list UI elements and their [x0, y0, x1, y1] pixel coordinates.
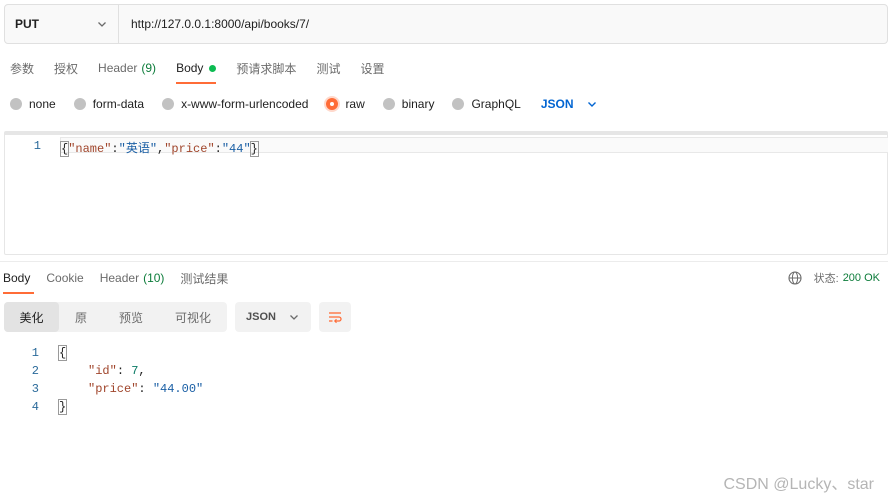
- tab-count: (9): [141, 61, 157, 75]
- code-token: :: [214, 142, 222, 156]
- radio-graphql[interactable]: GraphQL: [452, 97, 521, 111]
- code-token: "name": [68, 142, 112, 156]
- body-type-options: none form-data x-www-form-urlencoded raw…: [10, 92, 598, 116]
- tab-tests[interactable]: 测试: [306, 52, 350, 84]
- radio-circle-icon: [382, 98, 395, 110]
- view-visualize-button[interactable]: 可视化: [159, 302, 227, 332]
- radio-circle-icon: [73, 98, 86, 110]
- chevron-down-icon: [98, 22, 106, 27]
- view-preview-button[interactable]: 预览: [103, 302, 159, 332]
- code-token: "id": [88, 364, 117, 378]
- code-token: "price": [88, 382, 139, 396]
- code-token: }: [249, 141, 259, 157]
- radio-label: x-www-form-urlencoded: [181, 97, 309, 111]
- view-mode-switch: 美化 原 预览 可视化: [4, 302, 227, 332]
- tab-label: Cookie: [46, 271, 84, 285]
- code-token: {: [57, 345, 68, 361]
- code-line: {: [57, 345, 68, 361]
- tab-label: 测试结果: [180, 271, 229, 286]
- response-tabs: Body Cookie Header (10) 测试结果: [0, 262, 241, 294]
- code-token: "44": [221, 142, 251, 156]
- line-number: 4: [31, 400, 39, 414]
- radio-label: raw: [345, 97, 365, 111]
- code-line: }: [57, 399, 68, 415]
- line-number: 3: [31, 382, 39, 396]
- url-bar: PUT http://127.0.0.1:8000/api/books/7/: [4, 4, 888, 44]
- response-tab-cookies[interactable]: Cookie: [43, 262, 90, 294]
- response-tab-test-results[interactable]: 测试结果: [177, 262, 235, 294]
- radio-binary[interactable]: binary: [382, 97, 435, 111]
- request-tabs: 参数 授权 Header (9) Body 预请求脚本 测试 设置: [0, 52, 394, 84]
- raw-format-label: JSON: [540, 97, 574, 111]
- tab-label: Header: [98, 61, 138, 75]
- tab-pre-request-script[interactable]: 预请求脚本: [226, 52, 306, 84]
- tab-label: 参数: [10, 61, 35, 76]
- code-line: "id": 7,: [88, 364, 146, 378]
- response-tab-body[interactable]: Body: [0, 262, 37, 294]
- response-body-viewer[interactable]: 1 2 3 4 { "id": 7, "price": "44.00" }: [0, 344, 888, 424]
- tab-authorization[interactable]: 授权: [44, 52, 88, 84]
- radio-circle-icon: [162, 98, 175, 110]
- tab-params[interactable]: 参数: [0, 52, 44, 84]
- radio-x-www-form-urlencoded[interactable]: x-www-form-urlencoded: [162, 97, 308, 111]
- code-token: "44.00": [152, 382, 204, 396]
- radio-raw[interactable]: raw: [326, 97, 365, 111]
- view-raw-button[interactable]: 原: [59, 302, 103, 332]
- tab-headers[interactable]: Header (9): [88, 52, 166, 84]
- status-dot-icon: [209, 64, 217, 72]
- tab-label: 设置: [360, 61, 385, 76]
- chevron-down-icon: [290, 315, 298, 320]
- radio-none[interactable]: none: [10, 97, 56, 111]
- url-input[interactable]: http://127.0.0.1:8000/api/books/7/: [119, 5, 309, 43]
- globe-icon[interactable]: [788, 271, 802, 285]
- url-text: http://127.0.0.1:8000/api/books/7/: [131, 17, 310, 31]
- watermark: CSDN @Lucky、star: [723, 476, 875, 493]
- code-token: :: [111, 142, 119, 156]
- radio-circle-icon: [452, 98, 465, 110]
- code-token: }: [57, 399, 68, 415]
- code-line: {"name":"英语","price":"44"}: [59, 139, 259, 157]
- response-format-label: JSON: [246, 311, 276, 323]
- response-format-dropdown[interactable]: JSON: [235, 302, 311, 332]
- wrap-lines-button[interactable]: [319, 302, 351, 332]
- response-status: 状态: 200 OK: [788, 270, 880, 286]
- chevron-down-icon: [587, 102, 596, 107]
- code-token: "英语": [118, 142, 158, 156]
- wrap-text-icon: [329, 312, 342, 324]
- radio-label: binary: [401, 97, 435, 111]
- code-token: "price": [164, 142, 215, 156]
- code-line: "price": "44.00": [88, 382, 204, 396]
- tab-body[interactable]: Body: [166, 52, 226, 84]
- status-code: 200 OK: [842, 272, 880, 284]
- status-label: 状态:: [813, 273, 839, 285]
- method-select[interactable]: PUT: [5, 5, 119, 43]
- radio-label: none: [29, 97, 56, 111]
- radio-form-data[interactable]: form-data: [73, 97, 145, 111]
- tab-count: (10): [143, 271, 165, 285]
- radio-selected-icon: [326, 98, 339, 110]
- line-number: 1: [33, 139, 41, 153]
- tab-label: Body: [3, 271, 31, 285]
- tab-label: 授权: [54, 61, 79, 76]
- tab-settings[interactable]: 设置: [350, 52, 394, 84]
- line-number: 2: [31, 364, 39, 378]
- method-label: PUT: [15, 17, 39, 31]
- response-tab-headers[interactable]: Header (10): [97, 262, 172, 294]
- tab-label: Body: [176, 61, 204, 75]
- line-number: 1: [31, 346, 39, 360]
- tab-label: Header: [99, 271, 140, 285]
- radio-label: form-data: [92, 97, 145, 111]
- tab-label: 测试: [316, 61, 341, 76]
- radio-label: GraphQL: [471, 97, 521, 111]
- raw-format-dropdown[interactable]: JSON: [541, 97, 598, 111]
- request-body-editor[interactable]: 1 {"name":"英语","price":"44"}: [4, 131, 888, 255]
- tab-label: 预请求脚本: [236, 61, 297, 76]
- view-pretty-button[interactable]: 美化: [4, 302, 59, 332]
- radio-circle-icon: [10, 98, 22, 110]
